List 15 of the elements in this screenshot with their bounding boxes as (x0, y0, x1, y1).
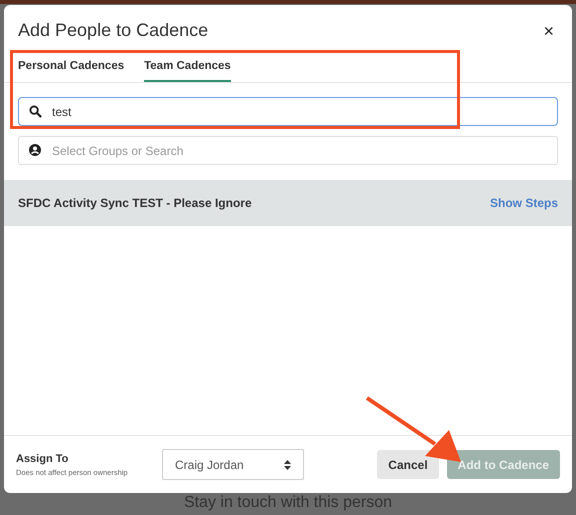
tab[interactable]: Personal Cadences (18, 58, 124, 82)
tab[interactable]: Team Cadences (144, 58, 231, 82)
sort-caret-icon (284, 460, 291, 470)
background-text: Stay in touch with this person (184, 493, 392, 513)
group-search-field[interactable]: Select Groups or Search (18, 136, 558, 166)
search-icon (29, 105, 42, 118)
close-button[interactable]: × (539, 22, 558, 40)
cadence-row[interactable]: SFDC Activity Sync TEST - Please Ignore Show Steps (4, 180, 572, 226)
search-field[interactable]: test (18, 97, 558, 126)
assign-label: Assign To (16, 452, 70, 467)
dialog-title: Add People to Cadence (18, 19, 208, 42)
person-icon (29, 144, 41, 156)
cadence-name: SFDC Activity Sync TEST - Please Ignore (18, 195, 252, 212)
cancel-button[interactable]: Cancel (377, 450, 439, 479)
assignee-select[interactable]: Craig Jordan (162, 449, 304, 480)
